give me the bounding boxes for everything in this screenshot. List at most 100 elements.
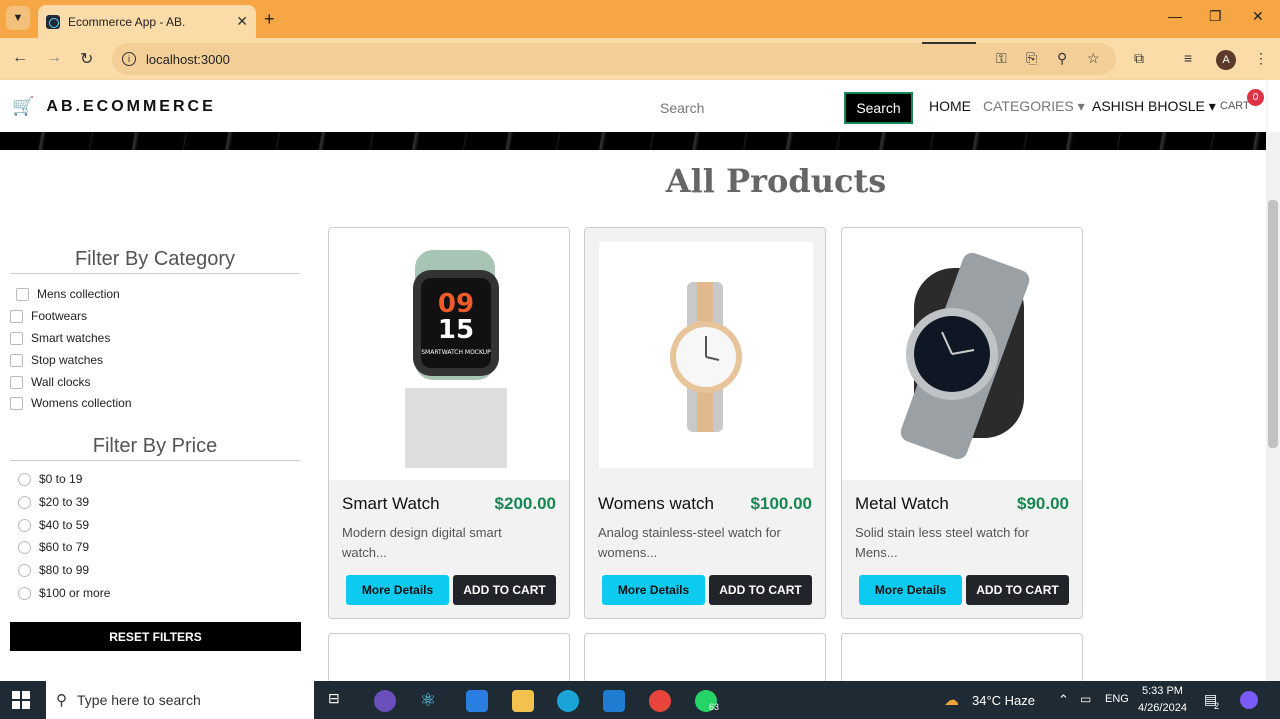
radio[interactable] [18,472,31,486]
more-details-button[interactable]: More Details [859,575,962,605]
category-checkbox-womens[interactable]: Womens collection [10,396,132,410]
price-radio-100-plus[interactable]: $100 or more [18,586,110,600]
banner-image [0,132,1266,150]
url-text: localhost:3000 [146,51,230,67]
search-button[interactable]: Search [844,92,913,124]
site-info-icon[interactable]: i [122,52,136,66]
clock-date[interactable]: 4/26/2024 [1138,702,1187,714]
filter-category-title: Filter By Category [10,248,300,274]
product-image: 09 15 SMARTWATCH MOCKUP [329,228,569,480]
windows-taskbar: ⚲ Type here to search ⊟ ⚛ 63 ☁ 34°C Haze… [0,681,1280,719]
product-description: Solid stain less steel watch for Mens... [855,525,1030,560]
price-label: $20 to 39 [39,495,90,509]
more-details-button[interactable]: More Details [346,575,449,605]
copilot-icon[interactable] [374,690,396,712]
radio[interactable] [18,540,31,554]
add-to-cart-button[interactable]: ADD TO CART [453,575,556,605]
language-indicator[interactable]: ENG [1105,693,1129,705]
price-radio-60-79[interactable]: $60 to 79 [18,540,89,554]
password-key-icon[interactable]: ⚿ [996,50,1007,67]
radio[interactable] [18,563,31,577]
product-image [842,228,1082,480]
price-radio-20-39[interactable]: $20 to 39 [18,495,89,509]
scrollbar-thumb[interactable] [1268,200,1278,448]
copilot-tray-icon[interactable] [1240,691,1258,709]
category-checkbox-stop-watches[interactable]: Stop watches [10,353,103,367]
product-name: Smart Watch [342,494,440,513]
tab-title: Ecommerce App - AB. [68,14,186,29]
radio[interactable] [18,495,31,509]
network-icon[interactable]: ▭ [1080,692,1091,706]
chrome-icon[interactable] [649,690,671,712]
ms-store-icon[interactable] [466,690,488,712]
checkbox[interactable] [10,309,23,323]
add-to-cart-button[interactable]: ADD TO CART [709,575,812,605]
category-checkbox-wall-clocks[interactable]: Wall clocks [10,375,91,389]
add-to-cart-button[interactable]: ADD TO CART [966,575,1069,605]
clock-time[interactable]: 5:33 PM [1142,685,1183,697]
weather-icon[interactable]: ☁ [944,691,959,709]
price-radio-80-99[interactable]: $80 to 99 [18,563,89,577]
nav-home-link[interactable]: HOME [929,98,971,114]
minimize-icon[interactable]: — [1168,8,1182,24]
product-name: Metal Watch [855,494,949,513]
more-details-button[interactable]: More Details [602,575,705,605]
price-label: $40 to 59 [39,518,90,532]
price-label: $100 or more [39,586,111,600]
search-input[interactable] [650,92,840,124]
category-checkbox-smart-watches[interactable]: Smart watches [10,331,110,345]
chrome-menu-icon[interactable]: ⋮ [1254,50,1268,67]
tab-close-icon[interactable]: ✕ [236,13,248,30]
address-bar[interactable]: i localhost:3000 [112,43,1116,75]
checkbox[interactable] [10,375,23,389]
checkbox[interactable] [10,331,23,345]
taskbar-search-text: Type here to search [77,692,201,708]
task-view-icon[interactable]: ⊟ [328,690,350,712]
checkbox[interactable] [10,353,23,367]
reset-filters-button[interactable]: RESET FILTERS [10,622,301,651]
price-label: $0 to 19 [39,472,83,486]
back-icon[interactable]: ← [12,49,28,67]
weather-text[interactable]: 34°C Haze [972,693,1035,708]
browser-tab[interactable]: Ecommerce App - AB. ✕ [38,5,256,38]
forward-icon[interactable]: → [46,49,62,67]
edge-icon[interactable] [557,690,579,712]
install-app-icon[interactable]: ⎘ [1026,50,1037,67]
tray-chevron-icon[interactable]: ⌃ [1058,692,1069,708]
checkbox[interactable] [16,287,29,301]
profile-avatar[interactable]: A [1216,50,1236,70]
filter-price-title: Filter By Price [10,435,300,461]
checkbox[interactable] [10,396,23,410]
nav-cart-link[interactable]: CART [1220,100,1250,112]
price-radio-0-19[interactable]: $0 to 19 [18,472,82,486]
brand-link[interactable]: 🛒 AB.ECOMMERCE [12,96,216,117]
product-price: $90.00 [1017,494,1069,513]
page-title: All Products [665,162,887,200]
restore-icon[interactable]: ❐ [1209,8,1222,25]
window-close-icon[interactable]: ✕ [1252,8,1264,25]
product-card: Womens watch $100.00 Analog stainless-st… [584,227,826,619]
nav-user-dropdown[interactable]: ASHISH BHOSLE ▾ [1092,98,1216,115]
category-checkbox-footwears[interactable]: Footwears [10,309,87,323]
category-label: Smart watches [31,331,111,345]
tab-search-button[interactable]: ▼ [6,6,30,30]
active-nav-underline [922,42,976,44]
windows-start-icon[interactable] [12,691,30,709]
category-checkbox-mens[interactable]: Mens collection [16,287,120,301]
reload-icon[interactable]: ↻ [80,49,93,69]
taskbar-search[interactable]: ⚲ Type here to search [46,681,314,719]
zoom-icon[interactable]: ⚲ [1057,50,1067,67]
media-control-icon[interactable]: ≡ [1184,50,1192,66]
nav-categories-dropdown[interactable]: CATEGORIES ▾ [983,98,1085,115]
price-radio-40-59[interactable]: $40 to 59 [18,518,89,532]
radio[interactable] [18,586,31,600]
radio[interactable] [18,518,31,532]
new-tab-icon[interactable]: + [264,9,275,30]
react-app-icon[interactable]: ⚛ [420,690,442,712]
bookmark-star-icon[interactable]: ☆ [1087,50,1100,67]
cart-count-badge: 0 [1247,89,1264,106]
extensions-icon[interactable]: ⧉ [1134,50,1144,67]
category-label: Stop watches [31,353,104,367]
file-explorer-icon[interactable] [512,690,534,712]
vscode-icon[interactable] [603,690,625,712]
